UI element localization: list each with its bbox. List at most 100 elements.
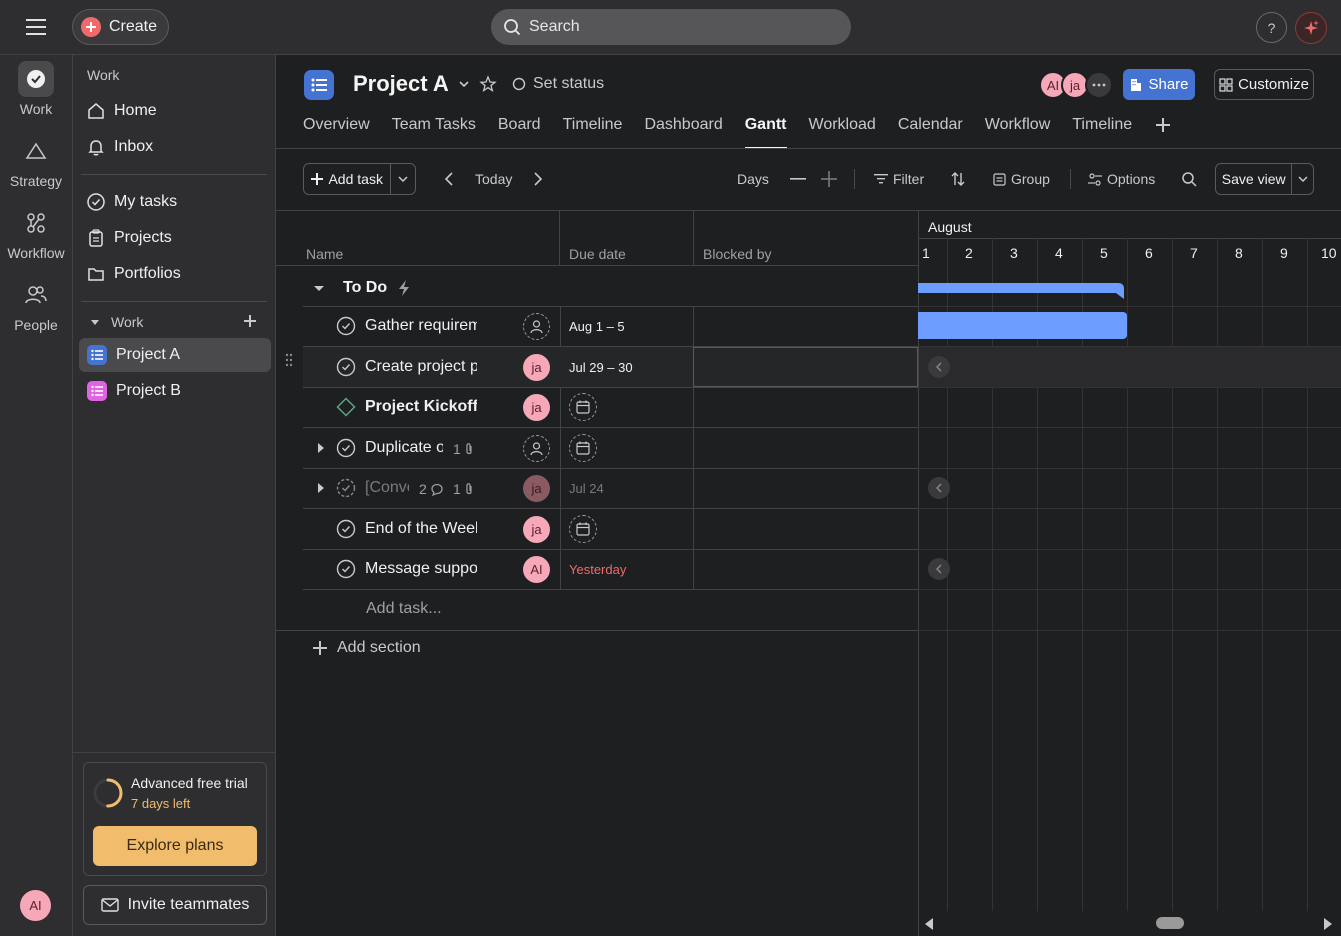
star-icon[interactable] xyxy=(479,75,497,93)
zoom-out-icon[interactable] xyxy=(790,178,806,180)
check-circle-icon[interactable] xyxy=(336,559,356,579)
empty-assignee-icon[interactable] xyxy=(523,313,550,340)
chevron-down-icon[interactable] xyxy=(457,77,471,91)
tab-gantt[interactable]: Gantt xyxy=(744,113,787,149)
menu-icon[interactable] xyxy=(22,15,50,39)
horizontal-scrollbar[interactable] xyxy=(918,911,1341,936)
column-header-due[interactable]: Due date xyxy=(569,246,626,262)
sidebar-item-portfolios[interactable]: Portfolios xyxy=(79,257,271,291)
rail-item-strategy[interactable]: Strategy xyxy=(0,133,72,189)
check-circle-icon[interactable] xyxy=(336,316,356,336)
chevron-right-icon[interactable] xyxy=(532,171,544,187)
save-view-label[interactable]: Save view xyxy=(1216,164,1293,194)
scroll-right-icon[interactable] xyxy=(1323,917,1333,931)
sidebar-item-inbox[interactable]: Inbox xyxy=(79,130,271,164)
chevron-left-icon[interactable] xyxy=(928,558,950,580)
ai-sparkle-icon[interactable] xyxy=(1295,12,1327,44)
chevron-left-icon[interactable] xyxy=(928,477,950,499)
task-name[interactable]: Message support xyxy=(365,560,477,578)
milestone-diamond-icon[interactable] xyxy=(336,397,356,417)
table-row[interactable]: Gather requirements Aug 1 – 5 xyxy=(303,306,918,346)
table-row[interactable]: Project Kickoff ja xyxy=(303,387,918,427)
invite-teammates-button[interactable]: Invite teammates xyxy=(83,885,267,925)
options-button[interactable]: Options xyxy=(1088,171,1155,187)
caret-right-icon[interactable] xyxy=(316,482,326,494)
more-members-icon[interactable] xyxy=(1085,71,1113,99)
filter-button[interactable]: Filter xyxy=(874,171,924,187)
check-circle-icon[interactable] xyxy=(336,357,356,377)
days-zoom-label[interactable]: Days xyxy=(737,171,769,187)
task-name[interactable]: Duplicate of xyxy=(365,439,443,457)
scroll-thumb[interactable] xyxy=(1156,917,1184,929)
table-row[interactable]: End of the Week ja xyxy=(303,509,918,549)
chevron-down-icon[interactable] xyxy=(391,164,415,194)
rail-item-work[interactable]: Work xyxy=(0,61,72,117)
rail-item-workflow[interactable]: Workflow xyxy=(0,205,72,261)
add-section-button[interactable]: Add section xyxy=(313,639,421,657)
due-date[interactable]: Aug 1 – 5 xyxy=(569,319,625,334)
empty-assignee-icon[interactable] xyxy=(523,435,550,462)
blocked-by-cell[interactable] xyxy=(693,347,918,387)
column-header-blocked[interactable]: Blocked by xyxy=(703,246,771,262)
create-button[interactable]: Create xyxy=(72,9,169,45)
gantt-task-bar[interactable] xyxy=(918,312,1127,339)
user-avatar[interactable]: AI xyxy=(20,890,51,921)
add-task-main[interactable]: Add task xyxy=(304,164,392,194)
add-task-inline[interactable]: Add task... xyxy=(366,600,442,618)
caret-right-icon[interactable] xyxy=(316,442,326,454)
calendar-icon[interactable] xyxy=(569,434,597,462)
set-status-button[interactable]: Set status xyxy=(512,75,604,93)
help-button[interactable]: ? xyxy=(1256,12,1287,43)
task-name[interactable]: Create project plan xyxy=(365,358,477,376)
group-button[interactable]: Group xyxy=(993,171,1050,187)
calendar-icon[interactable] xyxy=(569,393,597,421)
gantt-section-bar[interactable] xyxy=(918,283,1124,299)
tab-timeline-2[interactable]: Timeline xyxy=(1072,113,1132,149)
check-circle-icon[interactable] xyxy=(336,519,356,539)
task-name[interactable]: Project Kickoff xyxy=(365,398,477,416)
completed-check-icon[interactable] xyxy=(336,478,356,498)
assignee-avatar[interactable]: ja xyxy=(523,475,550,502)
work-group-toggle[interactable]: Work xyxy=(89,314,143,330)
tab-workflow[interactable]: Workflow xyxy=(985,113,1051,149)
add-task-button[interactable]: Add task xyxy=(303,163,416,195)
due-date[interactable]: Jul 24 xyxy=(569,481,604,496)
assignee-avatar[interactable]: ja xyxy=(523,516,550,543)
due-date[interactable]: Yesterday xyxy=(569,562,626,577)
scroll-left-icon[interactable] xyxy=(924,917,934,931)
assignee-avatar[interactable]: ja xyxy=(523,354,550,381)
chevron-left-icon[interactable] xyxy=(443,171,455,187)
table-row[interactable]: [Conversation] 2 1 ja Jul 24 xyxy=(303,468,918,508)
rail-item-people[interactable]: People xyxy=(0,277,72,333)
customize-button[interactable]: Customize xyxy=(1214,69,1314,100)
column-header-name[interactable]: Name xyxy=(306,246,343,262)
section-header[interactable]: To Do xyxy=(303,273,411,303)
check-circle-icon[interactable] xyxy=(336,438,356,458)
table-row[interactable]: Create project plan ja Jul 29 – 30 xyxy=(303,347,918,387)
sidebar-item-home[interactable]: Home xyxy=(79,94,271,128)
lightning-icon[interactable] xyxy=(397,279,411,297)
due-date[interactable]: Jul 29 – 30 xyxy=(569,360,633,375)
chevron-down-icon[interactable] xyxy=(1292,164,1313,194)
tab-calendar[interactable]: Calendar xyxy=(898,113,963,149)
task-name[interactable]: End of the Week xyxy=(365,520,477,538)
calendar-icon[interactable] xyxy=(569,515,597,543)
table-row[interactable]: Message support AI Yesterday xyxy=(303,549,918,589)
save-view-button[interactable]: Save view xyxy=(1215,163,1314,195)
task-name[interactable]: Gather requirements xyxy=(365,317,477,335)
zoom-in-icon[interactable] xyxy=(821,171,837,187)
sidebar-item-my-tasks[interactable]: My tasks xyxy=(79,185,271,219)
caret-down-icon[interactable] xyxy=(313,282,325,294)
drag-handle-icon[interactable] xyxy=(285,353,293,367)
today-button[interactable]: Today xyxy=(475,171,512,187)
assignee-avatar[interactable]: AI xyxy=(523,556,550,583)
table-row[interactable]: Duplicate of 1 xyxy=(303,428,918,468)
tab-workload[interactable]: Workload xyxy=(809,113,876,149)
tab-team-tasks[interactable]: Team Tasks xyxy=(392,113,476,149)
tab-timeline[interactable]: Timeline xyxy=(563,113,623,149)
search-icon[interactable] xyxy=(1181,171,1197,187)
add-tab-icon[interactable] xyxy=(1154,116,1172,134)
tab-overview[interactable]: Overview xyxy=(303,113,370,149)
search-input[interactable]: Search xyxy=(491,9,851,45)
tab-dashboard[interactable]: Dashboard xyxy=(644,113,722,149)
